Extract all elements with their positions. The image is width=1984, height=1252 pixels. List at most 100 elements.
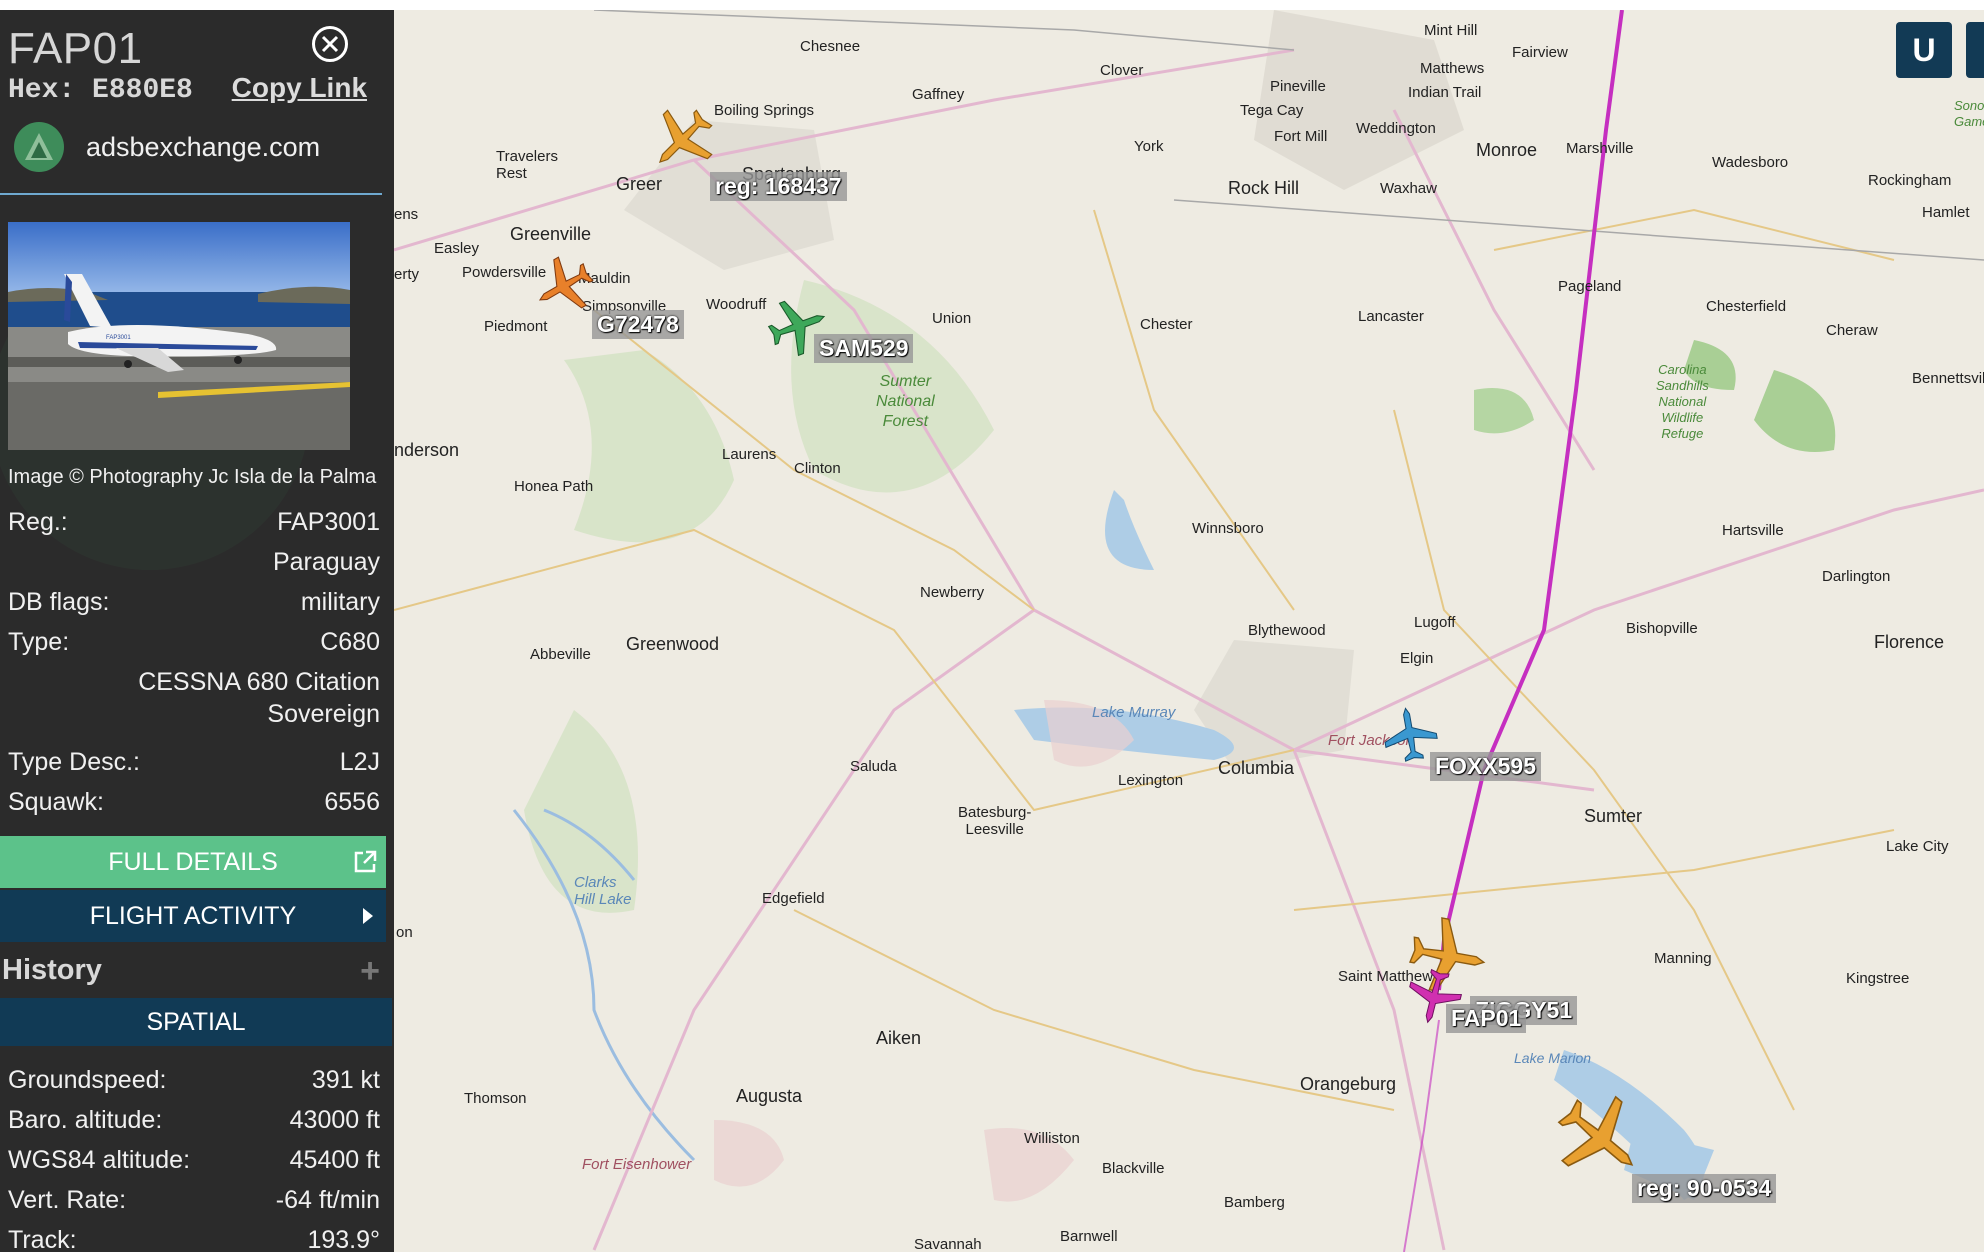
place-label: Batesburg- Leesville [958,804,1032,838]
place-label: Lake City [1886,838,1949,855]
place-label: Manning [1654,950,1712,967]
place-label: nderson [394,440,460,460]
adsbx-logo-icon [25,133,53,160]
place-label: Bishopville [1626,620,1698,637]
wgs84-altitude-label: WGS84 altitude: [8,1146,191,1174]
flight-activity-button[interactable]: FLIGHT ACTIVITY [0,890,386,942]
place-label: Waxhaw [1380,180,1437,197]
db-flags-label: DB flags: [8,588,110,616]
full-details-button[interactable]: FULL DETAILS [0,836,386,888]
aircraft-label[interactable]: SAM529 [814,334,914,363]
place-label: Chesnee [800,38,861,55]
aircraft-label[interactable]: FAP01 [1446,1004,1527,1033]
track-value: 193.9° [307,1226,380,1252]
aircraft-icon[interactable] [532,254,596,318]
place-label: Greenville [510,224,592,244]
copy-link[interactable]: Copy Link [232,72,367,103]
place-label: Clarks Hill Lake [574,874,632,908]
aircraft-icon[interactable] [646,104,718,176]
image-credit: Image © Photography Jc Isla de la Palma [8,466,377,488]
history-section-header[interactable]: History + [0,944,386,996]
place-label: Abbeville [530,646,591,663]
aircraft-photo[interactable]: FAP3001 [8,222,350,450]
reg-value: FAP3001 [277,508,380,536]
place-label: Barnwell [1060,1228,1118,1245]
aircraft-label[interactable]: reg: 168437 [710,172,847,201]
map-layer-button[interactable] [1966,22,1984,78]
source-link[interactable]: adsbexchange.com [86,132,320,163]
place-label: Rock Hill [1228,178,1300,198]
place-label: Kingstree [1846,970,1910,987]
adsbexchange-logo [14,122,64,172]
type-desc-label: Type Desc.: [8,748,140,776]
spatial-label: SPATIAL [146,1007,246,1036]
aircraft-label[interactable]: G72478 [592,310,684,339]
place-label: Elgin [1400,650,1434,667]
photo-registration-text: FAP3001 [106,335,131,341]
divider [0,193,382,195]
source-row: adsbexchange.com [14,122,320,172]
place-label: erty [394,266,420,283]
type-label: Type: [8,628,70,656]
place-label: York [1134,138,1164,155]
aircraft-info-panel: FAP01 Hex: E880E8 Copy Link adsbexchange… [0,10,394,1252]
place-label: Savannah [914,1236,982,1252]
place-label: Blackville [1102,1160,1165,1177]
squawk-label: Squawk: [8,788,104,816]
place-label: Lexington [1118,772,1184,789]
country-value: Paraguay [272,548,380,576]
place-label: Darlington [1822,568,1891,585]
map-base [394,10,1984,1252]
place-label: Indian Trail [1408,84,1482,101]
spatial-section-header[interactable]: SPATIAL [0,998,392,1046]
aircraft-icon[interactable] [1550,1090,1650,1186]
place-label: Honea Path [514,478,594,495]
place-label: Travelers Rest [496,148,558,182]
close-panel-button[interactable] [312,26,348,62]
vert-rate-value: -64 ft/min [275,1186,380,1214]
aircraft-callsign: FAP01 [8,24,143,73]
place-label: Bamberg [1224,1194,1285,1211]
map-view[interactable]: Chesnee Boiling Springs Gaffney Clover M… [394,10,1984,1252]
place-label: Marshville [1566,140,1634,157]
hex-label: Hex: [8,75,76,106]
wgs84-altitude-value: 45400 ft [289,1146,380,1174]
full-details-label: FULL DETAILS [108,847,278,876]
place-label: Tega Cay [1240,102,1304,119]
place-label: ens [394,206,419,223]
place-label: Pageland [1558,278,1622,295]
place-label: Lugoff [1414,614,1456,631]
flight-activity-label: FLIGHT ACTIVITY [89,901,297,930]
place-label: Greenwood [626,634,720,654]
reg-label: Reg.: [8,508,68,536]
place-label: Pineville [1270,78,1326,95]
u-button[interactable]: U [1896,22,1952,78]
place-label: Fort Mill [1274,128,1328,145]
aircraft-label[interactable]: FOXX595 [1430,752,1541,781]
place-label: Florence [1874,632,1945,652]
place-label: Fairview [1512,44,1568,61]
db-flags-value: military [300,588,380,616]
aircraft-label[interactable]: reg: 90-0534 [1632,1174,1777,1203]
place-label: Union [932,310,972,327]
type-desc-value: L2J [339,748,380,776]
close-icon [321,35,339,53]
place-label: on [396,924,413,941]
place-label: Cheraw [1826,322,1878,339]
type-name-line2: Sovereign [267,700,380,728]
chevron-right-icon [363,908,373,924]
place-label: Lancaster [1358,308,1424,325]
place-label: Thomson [464,1090,527,1107]
place-label: Hamlet [1922,204,1970,221]
place-label: Saluda [850,758,897,775]
external-link-icon [354,850,377,873]
place-label: Fort Eisenhower [582,1156,692,1173]
place-label: Rockingham [1868,172,1952,189]
baro-altitude-label: Baro. altitude: [8,1106,163,1134]
baro-altitude-value: 43000 ft [289,1106,380,1134]
expand-plus-icon[interactable]: + [360,952,380,991]
place-label: Boiling Springs [714,102,815,119]
squawk-value: 6556 [324,788,380,816]
place-label: Clover [1100,62,1144,79]
place-label: Gaffney [912,86,965,103]
